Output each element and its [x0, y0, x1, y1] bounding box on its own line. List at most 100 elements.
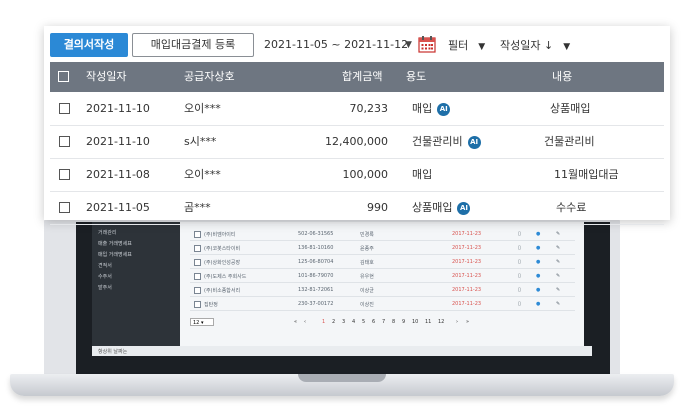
filter-label: 필터 [448, 39, 469, 52]
edit-icon[interactable]: ✎ [556, 259, 560, 265]
row-usage: 건물관리비 [412, 135, 463, 148]
mini-page-number[interactable]: 8 [392, 319, 395, 325]
mini-bizno: 101-86-79070 [298, 273, 334, 279]
edit-icon[interactable]: ✎ [556, 287, 560, 293]
pin-icon[interactable]: ● [536, 245, 540, 251]
row-supplier: 오이*** [184, 102, 221, 115]
mini-table-row[interactable]: (주)코봇스타이비 136-81-10160 윤종주 2017-11-23 ▯ … [190, 242, 575, 255]
mini-sidebar-item[interactable]: 발주서 [92, 283, 180, 294]
sort-dropdown[interactable]: 작성일자 ↓ ▼ [500, 37, 570, 53]
row-checkbox[interactable] [59, 136, 70, 147]
table-row[interactable]: 2021-11-05 곰*** 990 상품매입 AI 수수료 [50, 191, 664, 225]
mini-company: 집탄정 [204, 302, 218, 308]
mini-checkbox[interactable] [194, 259, 201, 266]
file-icon[interactable]: ▯ [518, 273, 521, 279]
mini-date: 2017-11-23 [452, 287, 482, 293]
edit-icon[interactable]: ✎ [556, 231, 560, 237]
mini-sidebar-item[interactable]: 매출 거래명세표 [92, 239, 180, 250]
mini-date: 2017-11-23 [452, 231, 482, 237]
file-icon[interactable]: ▯ [518, 259, 521, 265]
pin-icon[interactable]: ● [536, 301, 540, 307]
select-all-checkbox[interactable] [58, 71, 69, 82]
mini-table-row[interactable]: (주)도제스 주회사드 101-86-79070 유우현 2017-11-23 … [190, 270, 575, 283]
filter-chevron-down-icon: ▼ [478, 42, 486, 52]
mini-page-number[interactable]: 9 [402, 319, 405, 325]
mini-checkbox[interactable] [194, 301, 201, 308]
row-supplier: s시*** [184, 135, 217, 148]
mini-table-row[interactable]: (주)비소종합서리 132-81-72061 이상균 2017-11-23 ▯ … [190, 284, 575, 297]
mini-bizno: 136-81-10160 [298, 245, 334, 251]
laptop-screen: 거래관리 매출 거래명세표 매입 거래명세표 견적서 수주서 발주서 (주)비엠… [76, 222, 610, 376]
date-range-text[interactable]: 2021-11-05 ~ 2021-11-12 [264, 38, 408, 51]
row-content: 상품매입 [550, 102, 591, 115]
mini-checkbox[interactable] [194, 273, 201, 280]
filter-dropdown[interactable]: 필터 ▼ [448, 37, 485, 53]
header-date[interactable]: 작성일자 [86, 62, 126, 92]
row-usage-cell: 매입 [412, 158, 432, 191]
header-content[interactable]: 내용 [552, 62, 572, 92]
row-checkbox[interactable] [59, 169, 70, 180]
mini-page-number[interactable]: 7 [382, 319, 385, 325]
mini-page-number[interactable]: 4 [352, 319, 355, 325]
mini-table-row[interactable]: (주)상화인성공장 125-06-80704 김태호 2017-11-23 ▯ … [190, 256, 575, 269]
register-purchase-payment-button[interactable]: 매입대금결제 등록 [132, 33, 254, 57]
file-icon[interactable]: ▯ [518, 287, 521, 293]
file-icon[interactable]: ▯ [518, 231, 521, 237]
edit-icon[interactable]: ✎ [556, 273, 560, 279]
pin-icon[interactable]: ● [536, 273, 540, 279]
header-usage[interactable]: 용도 [406, 62, 426, 92]
table-header: 작성일자 공급자상호 합계금액 용도 내용 [50, 62, 664, 92]
pin-icon[interactable]: ● [536, 287, 540, 293]
pin-icon[interactable]: ● [536, 231, 540, 237]
ai-badge-icon: AI [467, 135, 481, 149]
date-range-chevron-down-icon[interactable]: ▼ [405, 40, 412, 50]
file-icon[interactable]: ▯ [518, 301, 521, 307]
file-icon[interactable]: ▯ [518, 245, 521, 251]
mini-company: (주)상화인성공장 [204, 260, 241, 266]
table-row[interactable]: 2021-11-10 오이*** 70,233 매입 AI 상품매입 [50, 92, 664, 126]
calendar-icon[interactable] [418, 35, 436, 53]
mini-company: (주)도제스 주회사드 [204, 274, 247, 280]
edit-icon[interactable]: ✎ [556, 245, 560, 251]
mini-page-number[interactable]: 3 [342, 319, 345, 325]
mini-bizno: 502-06-31565 [298, 231, 334, 237]
first-page-icon[interactable]: « [294, 319, 297, 325]
mini-sidebar-item[interactable]: 견적서 [92, 261, 180, 272]
mini-main: (주)비엠아이티 502-06-31565 민경록 2017-11-23 ▯ ●… [180, 222, 584, 352]
row-usage-cell: 건물관리비 AI [412, 125, 481, 158]
next-page-icon[interactable]: › [456, 319, 458, 325]
row-supplier: 곰*** [184, 201, 211, 214]
mini-sidebar-item[interactable]: 거래관리 [92, 228, 180, 239]
mini-checkbox[interactable] [194, 245, 201, 252]
header-supplier[interactable]: 공급자상호 [184, 62, 235, 92]
mini-page-number[interactable]: 6 [372, 319, 375, 325]
table-row[interactable]: 2021-11-08 오이*** 100,000 매입 11월매입대금 [50, 158, 664, 192]
mini-checkbox[interactable] [194, 231, 201, 238]
pin-icon[interactable]: ● [536, 259, 540, 265]
mini-sidebar-item[interactable]: 매입 거래명세표 [92, 250, 180, 261]
mini-checkbox[interactable] [194, 287, 201, 294]
sort-label: 작성일자 ↓ [500, 39, 554, 52]
mini-table-row[interactable]: (주)비엠아이티 502-06-31565 민경록 2017-11-23 ▯ ●… [190, 228, 575, 241]
mini-page-number[interactable]: 12 [438, 319, 444, 325]
mini-page-number[interactable]: 5 [362, 319, 365, 325]
row-amount: 100,000 [342, 168, 389, 181]
mini-date: 2017-11-23 [452, 273, 482, 279]
edit-icon[interactable]: ✎ [556, 301, 560, 307]
mini-person: 이상진 [360, 302, 374, 308]
mini-page-number[interactable]: 11 [425, 319, 431, 325]
mini-table-row[interactable]: 집탄정 230-37-00172 이상진 2017-11-23 ▯ ● ✎ [190, 298, 575, 311]
last-page-icon[interactable]: » [466, 319, 469, 325]
header-amount[interactable]: 합계금액 [342, 62, 382, 92]
mini-page-number[interactable]: 2 [332, 319, 335, 325]
prev-page-icon[interactable]: ‹ [304, 319, 306, 325]
table-row[interactable]: 2021-11-10 s시*** 12,400,000 건물관리비 AI 건물관리… [50, 125, 664, 159]
mini-company: (주)코봇스타이비 [204, 246, 241, 252]
row-amount: 12,400,000 [325, 135, 388, 148]
create-resolution-button[interactable]: 결의서작성 [50, 33, 128, 57]
mini-page-number[interactable]: 10 [412, 319, 418, 325]
row-checkbox[interactable] [59, 202, 70, 213]
mini-page-number[interactable]: 1 [322, 319, 325, 325]
row-checkbox[interactable] [59, 103, 70, 114]
mini-sidebar-item[interactable]: 수주서 [92, 272, 180, 283]
